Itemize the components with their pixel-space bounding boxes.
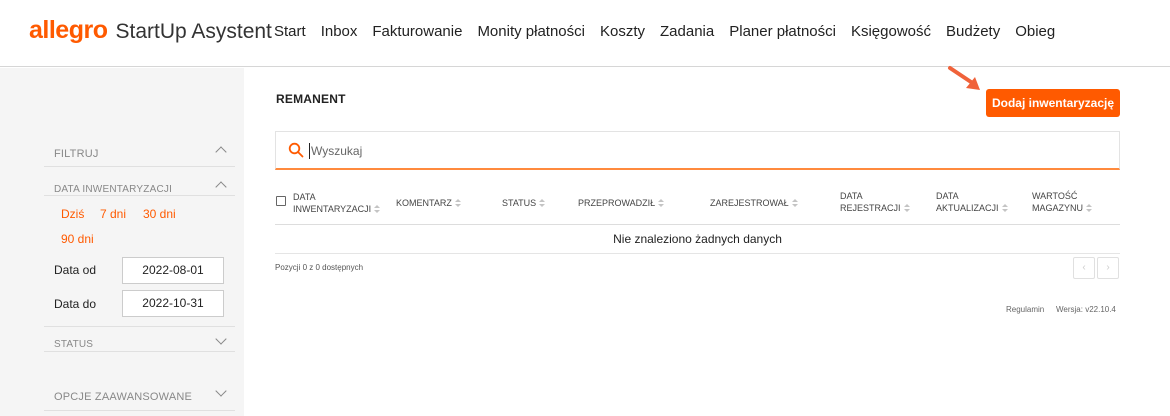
- sort-icon: [791, 199, 798, 208]
- advanced-options-title: OPCJE ZAAWANSOWANE: [54, 391, 193, 403]
- empty-table-message: Nie znaleziono żadnych danych: [275, 226, 1120, 254]
- table-header: DATA INWENTARYZACJI KOMENTARZ STATUS PRZ…: [275, 183, 1120, 225]
- add-inventory-button[interactable]: Dodaj inwentaryzację: [986, 89, 1120, 117]
- nav-item-zadania[interactable]: Zadania: [660, 23, 714, 40]
- column-header-komentarz[interactable]: KOMENTARZ: [396, 197, 461, 209]
- quick-range-today[interactable]: Dziś: [61, 207, 84, 221]
- column-header-przeprowadzil[interactable]: PRZEPROWADZIŁ: [578, 197, 665, 209]
- date-to-input[interactable]: 2022-10-31: [122, 290, 224, 317]
- advanced-options-header[interactable]: OPCJE ZAAWANSOWANE: [54, 385, 235, 405]
- divider: [44, 410, 235, 411]
- nav-item-ksiegowosc[interactable]: Księgowość: [851, 23, 931, 40]
- divider: [44, 195, 235, 196]
- nav-item-budzety[interactable]: Budżety: [946, 23, 1000, 40]
- sort-icon: [454, 199, 461, 208]
- search-input[interactable]: Wyszukaj: [311, 144, 362, 158]
- nav-item-inbox[interactable]: Inbox: [321, 23, 358, 40]
- nav-item-obieg[interactable]: Obieg: [1015, 23, 1055, 40]
- date-to-label: Data do: [54, 297, 97, 311]
- sort-icon: [374, 205, 381, 214]
- column-header-data-rejestracji[interactable]: DATA REJESTRACJI: [840, 190, 910, 214]
- pagination-info: Pozycji 0 z 0 dostępnych: [275, 263, 364, 272]
- sort-icon: [658, 199, 665, 208]
- pointer-arrow-icon: [948, 66, 980, 90]
- select-all-checkbox[interactable]: [276, 196, 286, 206]
- sort-icon: [1001, 204, 1008, 213]
- divider: [44, 351, 235, 352]
- version-label: Wersja: v22.10.4: [1056, 305, 1116, 314]
- main-nav: Start Inbox Fakturowanie Monity płatnośc…: [274, 23, 1070, 40]
- column-header-status[interactable]: STATUS: [502, 197, 546, 209]
- divider: [44, 326, 235, 327]
- date-from-label: Data od: [54, 263, 97, 277]
- chevron-up-icon: [215, 181, 227, 193]
- column-header-wartosc-magazynu[interactable]: WARTOŚĆ MAGAZYNU: [1032, 190, 1093, 214]
- pagination-prev-button[interactable]: ‹: [1073, 257, 1095, 279]
- status-title: STATUS: [54, 339, 94, 350]
- quick-range-90-days[interactable]: 90 dni: [61, 232, 94, 246]
- date-from-input[interactable]: 2022-08-01: [122, 257, 224, 284]
- chevron-up-icon: [215, 146, 227, 158]
- nav-item-fakturowanie[interactable]: Fakturowanie: [372, 23, 462, 40]
- column-header-data-inwentaryzacji[interactable]: DATA INWENTARYZACJI: [293, 191, 381, 215]
- filter-sidebar: FILTRUJ DATA INWENTARYZACJI Dziś 7 dni 3…: [0, 68, 244, 416]
- chevron-down-icon: [215, 385, 227, 397]
- brand[interactable]: allegro StartUp Asystent: [29, 16, 272, 45]
- text-caret: [309, 143, 310, 159]
- sort-icon: [539, 199, 546, 208]
- divider: [44, 166, 235, 167]
- app-name: StartUp Asystent: [115, 20, 272, 43]
- search-bar[interactable]: Wyszukaj: [275, 131, 1120, 170]
- nav-item-monity-platnosci[interactable]: Monity płatności: [477, 23, 585, 40]
- column-header-zarejestrowal[interactable]: ZAREJESTROWAŁ: [710, 197, 798, 209]
- nav-item-koszty[interactable]: Koszty: [600, 23, 645, 40]
- top-navigation-bar: allegro StartUp Asystent Start Inbox Fak…: [0, 0, 1170, 67]
- search-icon: [288, 142, 304, 158]
- sort-icon: [1086, 204, 1093, 213]
- nav-item-planer-platnosci[interactable]: Planer płatności: [729, 23, 836, 40]
- date-section-title: DATA INWENTARYZACJI: [54, 184, 173, 195]
- quick-range-7-days[interactable]: 7 dni: [100, 207, 126, 221]
- page-title: REMANENT: [276, 92, 346, 106]
- terms-link[interactable]: Regulamin: [1006, 305, 1044, 314]
- filter-header[interactable]: FILTRUJ: [54, 144, 235, 162]
- allegro-logo: allegro: [29, 16, 108, 44]
- nav-item-start[interactable]: Start: [274, 23, 306, 40]
- pagination-next-button[interactable]: ›: [1097, 257, 1119, 279]
- filter-title: FILTRUJ: [54, 148, 99, 160]
- status-section-header[interactable]: STATUS: [54, 333, 235, 352]
- sort-icon: [903, 204, 910, 213]
- column-header-data-aktualizacji[interactable]: DATA AKTUALIZACJI: [936, 190, 1008, 214]
- quick-range-30-days[interactable]: 30 dni: [143, 207, 176, 221]
- chevron-down-icon: [215, 333, 227, 345]
